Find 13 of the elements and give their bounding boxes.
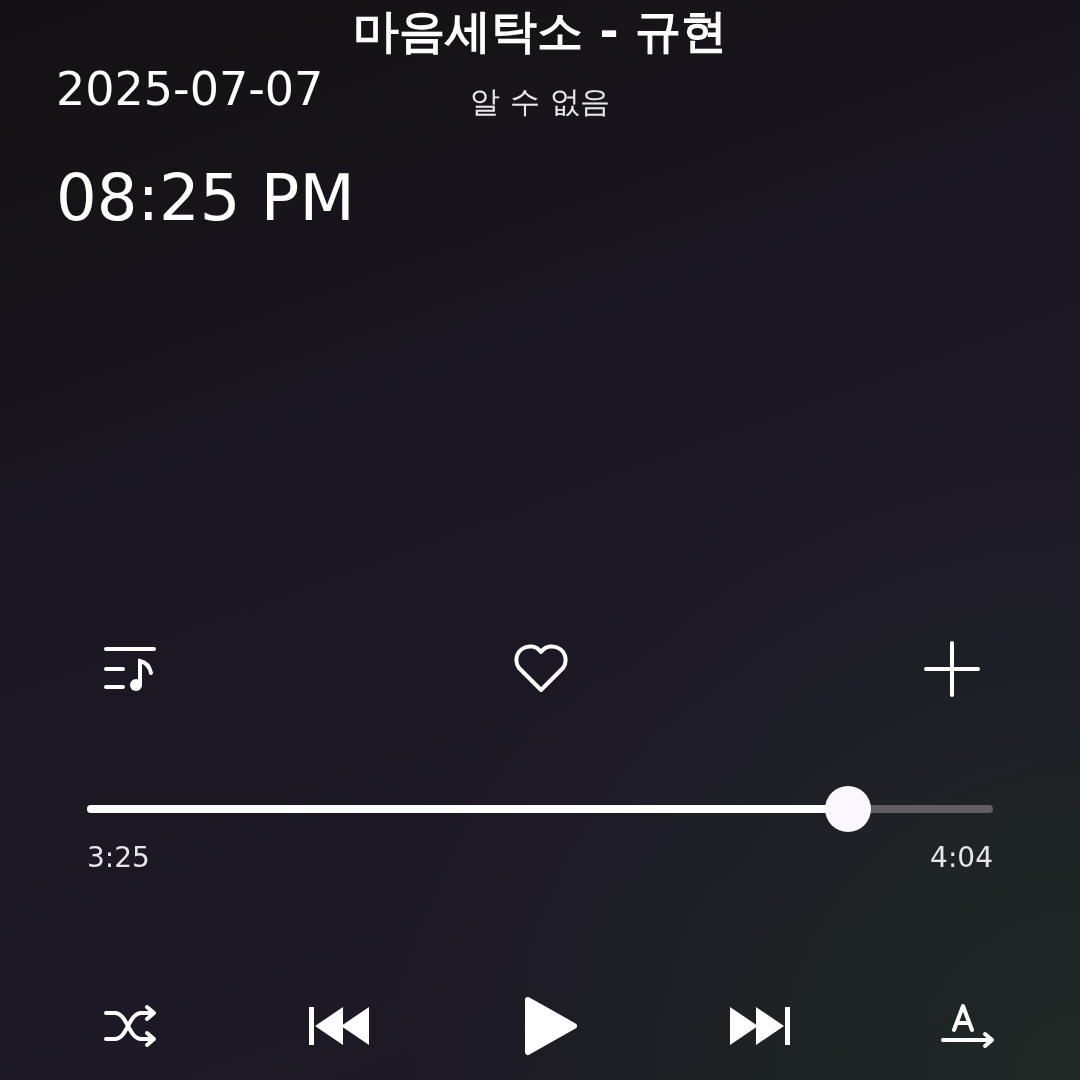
time-text: 08:25 PM: [56, 160, 355, 236]
date-text: 2025-07-07: [56, 62, 325, 116]
total-time: 4:04: [930, 841, 993, 874]
heart-icon[interactable]: [511, 644, 570, 694]
song-title: 마음세탁소 - 규현: [353, 3, 727, 60]
add-icon[interactable]: [924, 641, 980, 697]
text-arrow-icon[interactable]: [940, 1002, 996, 1050]
slider-thumb[interactable]: [825, 786, 872, 832]
shuffle-icon[interactable]: [103, 1003, 159, 1049]
progress-slider[interactable]: [87, 786, 993, 832]
artist-name: 알 수 없음: [470, 83, 610, 121]
elapsed-time: 3:25: [87, 841, 150, 874]
playlist-icon[interactable]: [103, 645, 157, 693]
